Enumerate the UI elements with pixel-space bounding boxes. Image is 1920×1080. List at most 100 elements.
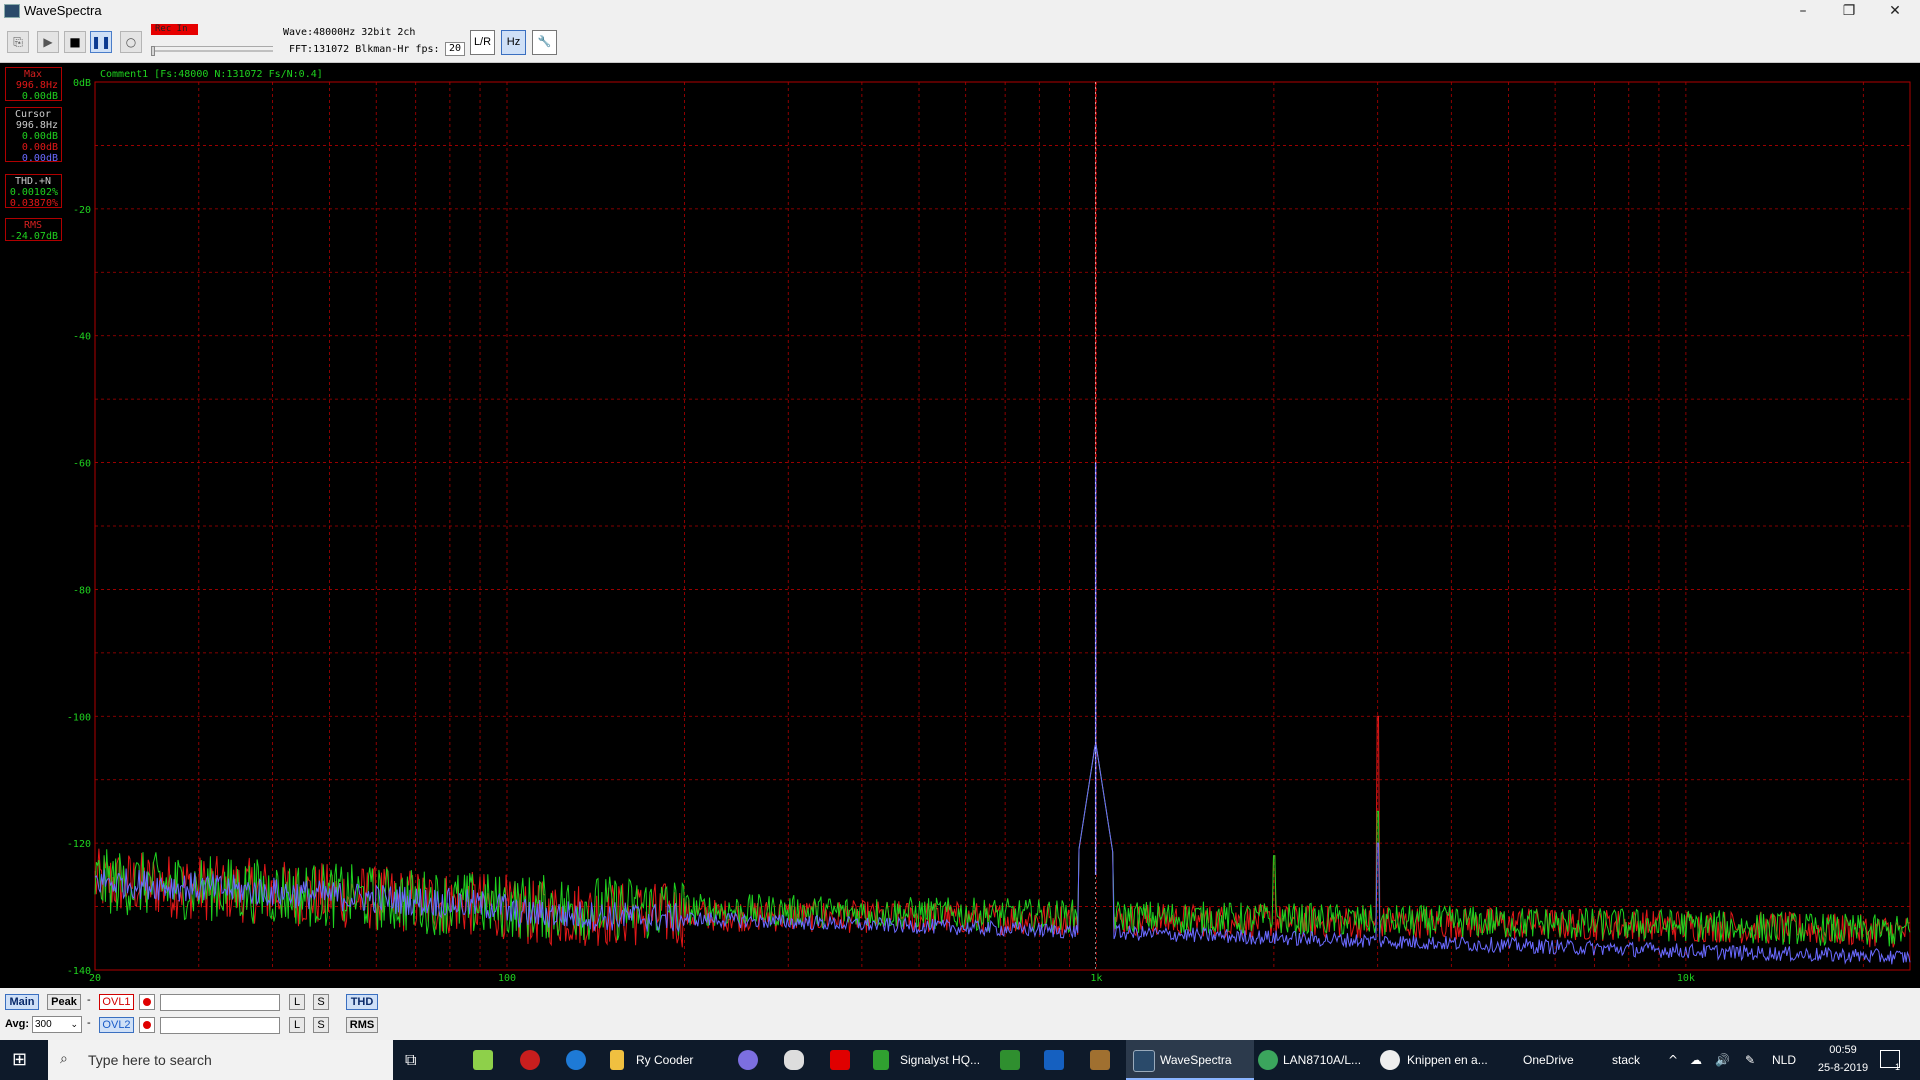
restore-button[interactable]: ❐ [1826,0,1872,22]
tray-stack[interactable]: stack [1612,1040,1640,1080]
pause-icon[interactable]: ❚❚ [90,31,112,53]
l-button-2[interactable]: L [289,1017,305,1033]
w-app-icon[interactable] [1000,1050,1020,1070]
y-tick-label: -60 [73,459,91,470]
search-icon: ⌕ [60,1051,68,1067]
record-dot-2-icon[interactable] [139,1017,155,1033]
open-icon[interactable]: ⎘ [7,31,29,53]
cursor-freq: 996.8Hz [15,120,58,131]
y-tick-label: -80 [73,585,91,596]
x-tick-label: 20 [89,973,101,984]
chevron-down-icon: ⌄ [70,1019,78,1029]
avg-value: 300 [35,1019,52,1030]
taskbar-item-lan8710a[interactable]: LAN8710A/L... [1283,1040,1361,1080]
task-view-icon[interactable]: ⧉ [405,1040,416,1080]
x-tick-label: 10k [1677,973,1695,984]
y-tick-label: -100 [67,712,91,723]
ovl2-field[interactable] [160,1017,280,1034]
y-tick-label: -140 [67,966,91,977]
wave-info: Wave:48000Hz 32bit 2ch [283,27,416,38]
taskbar-item-signalyst[interactable]: Signalyst HQ... [900,1040,980,1080]
app-icon [4,4,20,18]
taskbar-item-wavespectra[interactable]: WaveSpectra [1160,1040,1232,1080]
taskbar-item-ry-cooder[interactable]: Ry Cooder [636,1040,693,1080]
taskbar-search[interactable]: ⌕ Type here to search [48,1040,393,1080]
thd-button[interactable]: THD [346,994,378,1010]
chrome-icon[interactable] [1258,1050,1278,1070]
rms-readout: RMS -24.07dB [5,218,62,242]
rec-level-label: Rec In [151,24,198,35]
y-tick-label: -40 [73,332,91,343]
minimize-button[interactable]: – [1780,0,1826,22]
fox-app-icon[interactable] [784,1050,804,1070]
app-cube-icon[interactable] [473,1050,493,1070]
record-icon[interactable]: ○ [120,31,142,53]
fps-field[interactable]: 20 [445,42,465,56]
rms-button[interactable]: RMS [346,1017,378,1033]
spectrum-chart[interactable]: 0dB -20 -40 -60 -80 -100 -120 -140 20 100 1k 10k C… [0,63,1920,988]
thd-readout: THD.+N 0.00102% 0.03870% [5,174,62,209]
play-icon[interactable]: ▶ [37,31,59,53]
tray-language[interactable]: NLD [1772,1040,1796,1080]
x-tick-label: 100 [498,973,516,984]
plot-comment: Comment1 [Fs:48000 N:131072 Fs/N:0.4] [100,69,323,80]
title-bar: WaveSpectra – ❐ ✕ [0,0,1920,23]
max-label: Max [23,69,43,80]
tray-chevron-up-icon[interactable]: ^ [1668,1040,1678,1080]
wavespectra-taskbar-icon[interactable] [1133,1050,1155,1072]
spectrum-plot-area[interactable]: 0dB -20 -40 -60 -80 -100 -120 -140 20 100 1k 10k C… [0,63,1920,988]
media-player-icon[interactable] [738,1050,758,1070]
y-tick-label: -20 [73,205,91,216]
ovl2-indicator: OVL2 [99,1017,134,1033]
channel-lr-icon[interactable]: L/R [470,30,495,55]
max-readout: Max 996.8Hz 0.00dB [5,67,62,102]
s-button-2[interactable]: S [313,1017,329,1033]
snipping-tool-icon[interactable] [1380,1050,1400,1070]
tool-app-icon[interactable] [1090,1050,1110,1070]
spectrum-trace [94,742,1911,947]
peak-button[interactable]: Peak [47,994,81,1010]
max-freq: 996.8Hz [15,80,58,91]
cursor-value-2: 0.00dB [21,142,58,153]
stop-icon[interactable]: ■ [64,31,86,53]
tray-onedrive[interactable]: OneDrive [1523,1040,1574,1080]
window-title: WaveSpectra [24,3,102,18]
pen-icon[interactable]: ✎ [1745,1040,1755,1080]
folder-icon[interactable] [610,1050,624,1070]
rms-value: -24.07dB [9,231,58,242]
bottom-panel [0,988,1920,1034]
y-tick-label: -120 [67,839,91,850]
record-dot-1-icon[interactable] [139,994,155,1010]
cloud-icon[interactable]: ☁ [1690,1040,1702,1080]
hz-db-scale-icon[interactable]: Hz [501,30,526,55]
cursor-value-1: 0.00dB [21,131,58,142]
spectrum-trace [94,742,1911,965]
tray-time[interactable]: 00:59 [1818,1044,1868,1056]
waveform-app-icon[interactable] [830,1050,850,1070]
signalyst-icon[interactable] [873,1050,889,1070]
settings-wrench-icon[interactable]: 🔧 [532,30,557,55]
position-slider-track[interactable] [151,50,273,52]
volume-icon[interactable]: 🔊 [1715,1040,1730,1080]
ccleaner-icon[interactable] [520,1050,540,1070]
close-button[interactable]: ✕ [1872,0,1918,22]
edge-icon[interactable] [566,1050,586,1070]
position-slider-thumb[interactable] [151,46,155,56]
ovl1-indicator: OVL1 [99,994,134,1010]
rms-label: RMS [23,220,43,231]
ovl1-field[interactable] [160,994,280,1011]
avg-select[interactable]: 300 ⌄ [32,1016,82,1033]
tray-date[interactable]: 25-8-2019 [1812,1062,1874,1074]
thd-value-2: 0.03870% [9,198,58,209]
outlook-icon[interactable] [1044,1050,1064,1070]
main-button[interactable]: Main [5,994,39,1010]
cursor-label: Cursor [14,109,52,120]
l-button-1[interactable]: L [289,994,305,1010]
notification-count: 1 [1895,1062,1901,1072]
x-tick-label: 1k [1090,973,1102,984]
s-button-1[interactable]: S [313,994,329,1010]
cursor-readout: Cursor 996.8Hz 0.00dB 0.00dB 0.00dB [5,107,62,164]
taskbar-item-knippen[interactable]: Knippen en a... [1407,1040,1488,1080]
fft-info: FFT:131072 Blkman-Hr fps: [289,44,440,55]
windows-start-icon[interactable]: ⊞ [12,1040,27,1080]
